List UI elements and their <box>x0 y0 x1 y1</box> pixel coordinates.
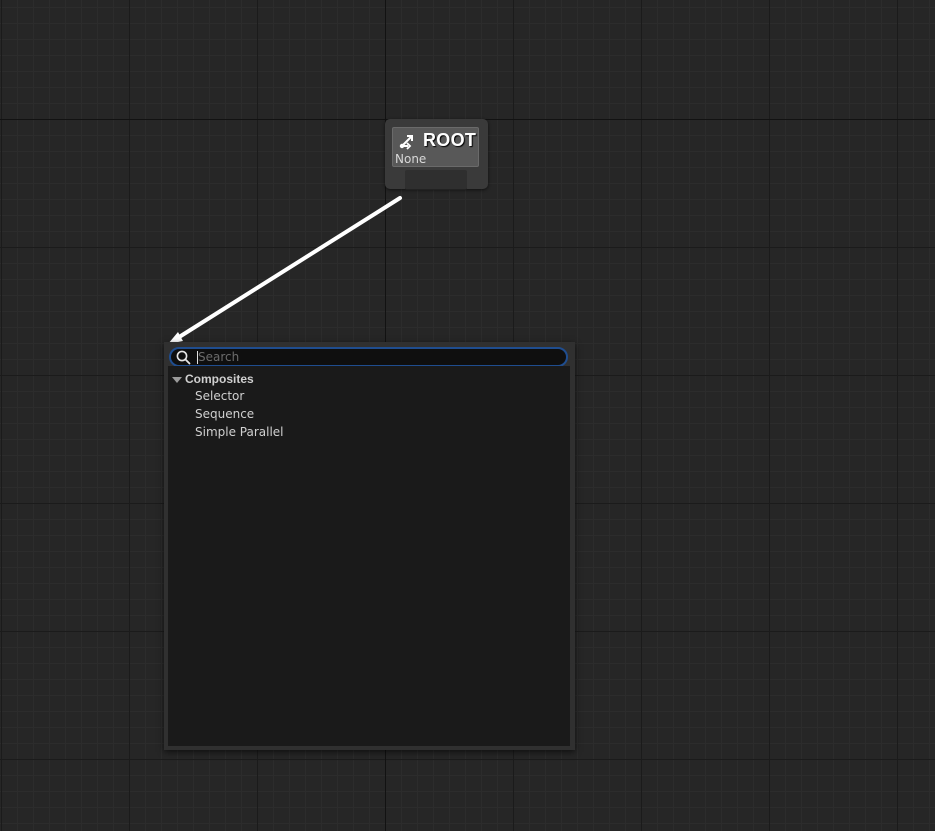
search-input[interactable] <box>198 349 558 365</box>
root-node-subtitle: None <box>395 152 427 166</box>
root-node-title: ROOT <box>423 130 477 150</box>
action-list <box>168 366 570 746</box>
branch-icon <box>399 135 413 150</box>
caret-down-icon[interactable] <box>172 376 182 383</box>
root-output-pin[interactable] <box>405 170 467 190</box>
root-node-header[interactable]: ROOT None <box>392 127 479 167</box>
context-menu: Composites Selector Sequence Simple Para… <box>164 342 575 750</box>
category-label: Composites <box>185 372 254 386</box>
menu-item-selector[interactable]: Selector <box>195 388 244 405</box>
search-box[interactable] <box>169 347 568 367</box>
menu-item-sequence[interactable]: Sequence <box>195 406 254 423</box>
category-composites[interactable]: Composites <box>172 371 254 387</box>
search-icon <box>176 350 191 365</box>
menu-item-simple-parallel[interactable]: Simple Parallel <box>195 424 284 441</box>
root-node[interactable]: ROOT None <box>385 119 488 190</box>
